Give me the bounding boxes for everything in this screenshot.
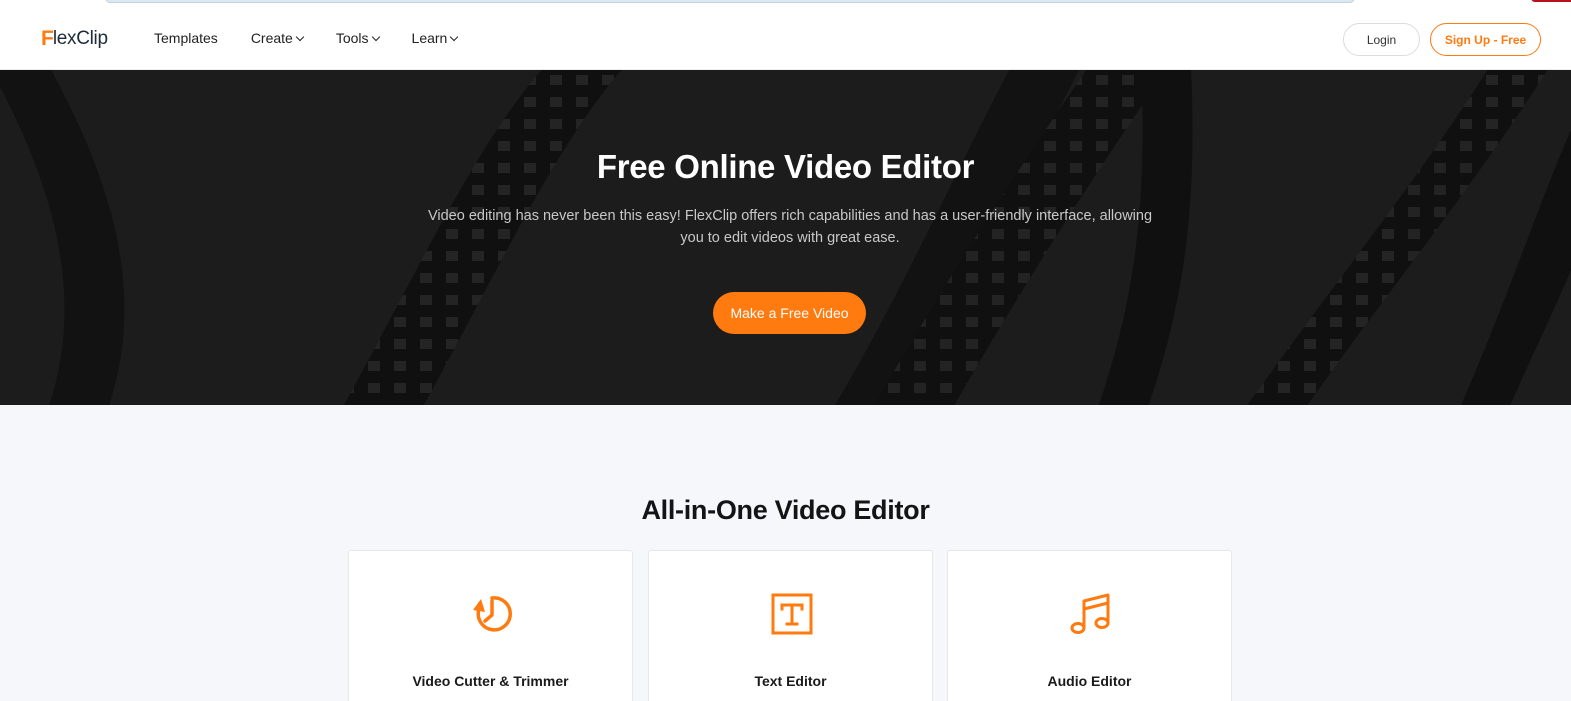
feature-card-audio-editor[interactable]: Audio Editor — [947, 550, 1232, 701]
flexclip-logo[interactable]: FlexClip — [41, 26, 108, 52]
logo-mark: F — [41, 27, 54, 50]
nav-item-label: Tools — [335, 30, 369, 46]
feature-card-text-editor[interactable]: Text Editor — [648, 550, 933, 701]
nav-item-label: Create — [250, 30, 293, 46]
chevron-down-icon — [450, 32, 459, 41]
nav-item-learn[interactable]: Learn — [411, 30, 459, 46]
feature-card-video-cutter[interactable]: Video Cutter & Trimmer — [348, 550, 633, 701]
main-nav: Templates Create Tools Learn — [154, 30, 490, 46]
feature-card-label: Audio Editor — [1047, 673, 1132, 689]
address-bar-remnant — [105, 0, 1355, 3]
feature-card-label: Text Editor — [754, 673, 827, 689]
hero-title: Free Online Video Editor — [596, 148, 975, 185]
feature-card-label: Video Cutter & Trimmer — [412, 673, 569, 689]
nav-item-label: Templates — [154, 30, 218, 46]
text-box-icon — [771, 593, 813, 635]
nav-item-create[interactable]: Create — [250, 30, 305, 46]
make-free-video-button[interactable]: Make a Free Video — [713, 292, 866, 334]
logo-text: lexClip — [52, 28, 108, 49]
music-note-icon — [1070, 593, 1110, 634]
login-button[interactable]: Login — [1343, 23, 1420, 56]
nav-item-label: Learn — [411, 30, 448, 46]
nav-item-tools[interactable]: Tools — [335, 30, 380, 46]
chevron-down-icon — [371, 32, 380, 41]
chevron-down-icon — [295, 32, 305, 41]
section-title: All-in-One Video Editor — [641, 495, 930, 525]
hero-banner: Free Online Video Editor Video editing h… — [0, 70, 1571, 405]
nav-item-templates[interactable]: Templates — [154, 30, 218, 46]
clock-rewind-icon — [473, 596, 512, 632]
signup-button[interactable]: Sign Up - Free — [1430, 23, 1541, 56]
site-header: FlexClip Templates Create Tools Learn Lo… — [0, 6, 1571, 70]
browser-corner-remnant — [1531, 0, 1571, 2]
hero-description: Video editing has never been this easy! … — [427, 208, 1153, 246]
